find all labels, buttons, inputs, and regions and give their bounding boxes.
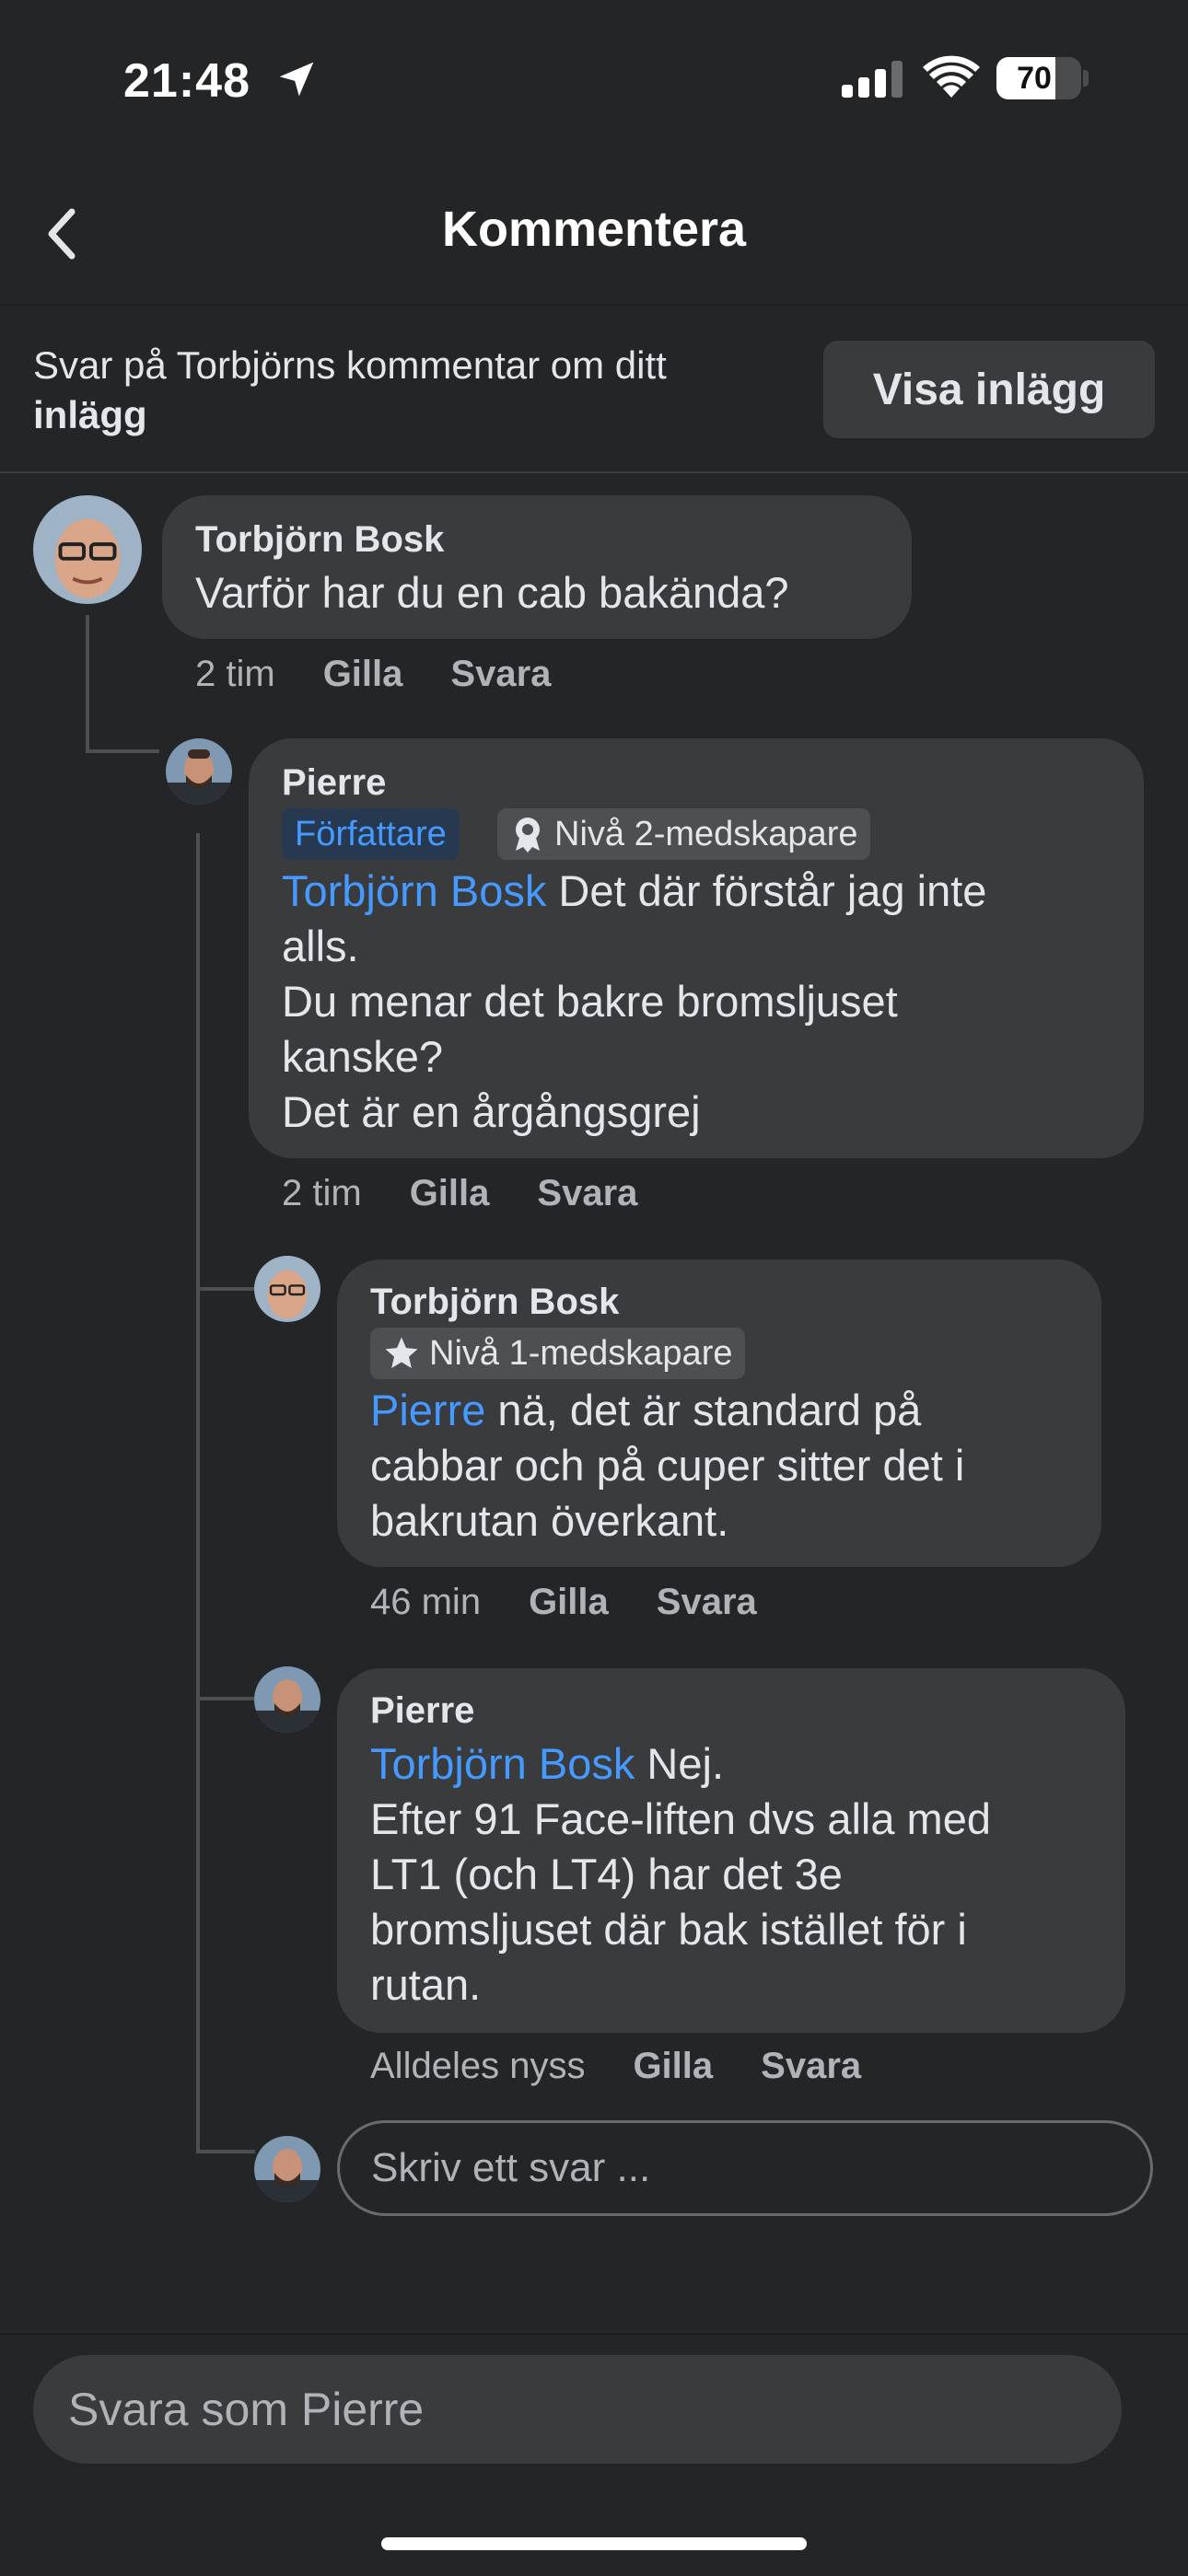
like-button[interactable]: Gilla [323,654,403,695]
thread-line [86,615,89,753]
comment-text: Varför har du en cab bakända? [195,568,789,617]
comment-composer-input[interactable]: Svara som Pierre [33,2355,1122,2464]
avatar[interactable] [254,1256,320,1322]
comment-time: Alldeles nyss [370,2046,586,2086]
reply-input-placeholder: Skriv ett svar ... [371,2145,651,2190]
thread-line [196,1697,255,1700]
comment-text-line: LT1 (och LT4) har det 3e [370,1850,843,1898]
composer-placeholder: Svara som Pierre [68,2384,425,2435]
view-post-button[interactable]: Visa inlägg [823,341,1155,438]
contributor-rank-label: Nivå 2-medskapare [554,814,858,853]
reply-button[interactable]: Svara [450,654,551,695]
comment-text-line: Det är en årgångsgrej [282,1087,701,1136]
user-avatar-icon [254,2136,320,2202]
comment-text-line: bromsljuset där bak istället för i [370,1905,967,1954]
battery-icon: 70 [996,57,1081,99]
comment-text: Torbjörn Bosk Det där förstår jag inte a… [282,864,1129,1140]
comment-time: 46 min [370,1582,482,1622]
contributor-rank-badge: Nivå 1-medskapare [370,1328,746,1379]
comment-text-line: Du menar det bakre bromsljuset [282,977,898,1026]
user-avatar-icon [254,1256,320,1322]
reply-context-bold: inlägg [33,393,147,436]
battery-percentage: 70 [1017,60,1052,96]
thread-line [196,833,200,2150]
comment-text-line: cabbar och på cuper sitter det i [370,1441,965,1490]
reply-context-text: Svar på Torbjörns kommentar om ditt inlä… [33,341,807,440]
user-avatar-icon [33,495,142,604]
award-ribbon-icon [516,818,540,853]
like-button[interactable]: Gilla [410,1173,490,1214]
comment-text: Torbjörn Bosk Nej. Efter 91 Face-liften … [370,1736,1116,2013]
mention-link[interactable]: Torbjörn Bosk [370,1739,635,1788]
reply-context-label: Svar på Torbjörns kommentar om ditt [33,343,667,387]
comment-actions: 2 tim Gilla Svara [195,654,551,695]
reply-button[interactable]: Svara [657,1582,757,1623]
mention-link[interactable]: Pierre [370,1386,485,1434]
reply-button[interactable]: Svara [761,2046,861,2087]
star-icon [385,1337,418,1368]
comment-actions: 2 tim Gilla Svara [282,1173,637,1214]
comment-time: 2 tim [195,654,275,694]
avatar [254,2136,320,2202]
mention-link[interactable]: Torbjörn Bosk [282,866,546,915]
battery-tip [1083,70,1089,87]
comment-time: 2 tim [282,1173,362,1213]
comment-text-line: Nej. [635,1739,724,1788]
home-indicator[interactable] [381,2537,807,2550]
author-badge: Författare [282,808,460,860]
thread-line [86,749,159,753]
comment-text-line: Det där förstår jag inte [546,866,987,915]
avatar[interactable] [33,495,142,604]
comment-actions: Alldeles nyss Gilla Svara [370,2046,861,2087]
cellular-signal-icon [842,61,904,102]
thread-line [196,2150,255,2153]
avatar[interactable] [254,1666,320,1733]
comment-text-line: kanske? [282,1032,444,1081]
status-time: 21:48 [123,54,250,108]
thread-line [196,1287,255,1291]
comment-text-line: nä, det är standard på [485,1386,922,1434]
comment-actions: 46 min Gilla Svara [370,1582,757,1623]
comment-text-line: rutan. [370,1960,482,2009]
comment-text-line: bakrutan överkant. [370,1496,729,1545]
reply-button[interactable]: Svara [537,1173,637,1214]
like-button[interactable]: Gilla [529,1582,609,1623]
comment-author[interactable]: Torbjörn Bosk [195,519,444,561]
location-arrow-icon [276,59,317,104]
contributor-rank-badge: Nivå 2-medskapare [497,808,871,860]
comment-text-line: alls. [282,922,359,970]
comment-author[interactable]: Pierre [370,1690,474,1732]
comment-text: Pierre nä, det är standard på cabbar och… [370,1383,1098,1549]
reply-input[interactable]: Skriv ett svar ... [337,2120,1153,2216]
contributor-rank-label: Nivå 1-medskapare [429,1333,733,1373]
wifi-icon [923,55,980,102]
comment-text-line: Efter 91 Face-liften dvs alla med [370,1794,991,1843]
like-button[interactable]: Gilla [633,2046,713,2087]
user-avatar-icon [254,1666,320,1733]
user-avatar-icon [166,738,232,805]
page-title: Kommentera [441,202,747,257]
comment-author[interactable]: Torbjörn Bosk [370,1282,619,1323]
avatar[interactable] [166,738,232,805]
comment-author[interactable]: Pierre [282,762,386,804]
